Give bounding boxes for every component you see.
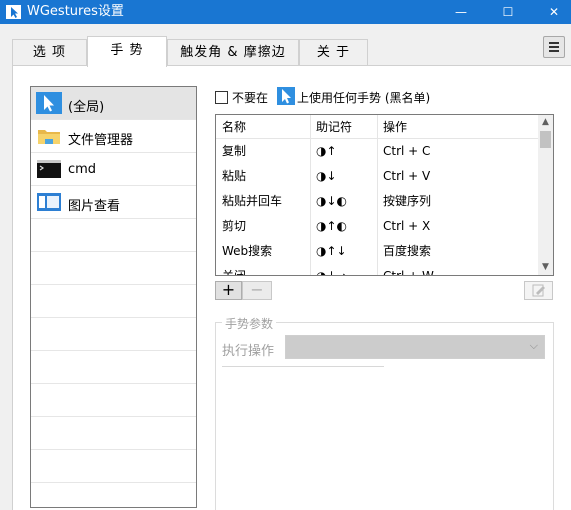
folder-icon — [38, 130, 60, 144]
cell-name: 关闭 — [222, 269, 247, 276]
scroll-thumb[interactable] — [540, 131, 551, 148]
cell-action: Ctrl + C — [383, 144, 431, 158]
tab-options[interactable]: 选 项 — [12, 39, 87, 66]
scroll-up-icon[interactable]: ▲ — [538, 115, 553, 130]
column-divider — [377, 115, 378, 275]
edit-gesture-button[interactable] — [524, 281, 553, 300]
title-bar: WGestures设置 — ☐ ✕ — [0, 0, 571, 24]
cell-name: 粘贴并回车 — [222, 194, 283, 208]
divider — [222, 366, 384, 367]
app-item-image-viewer[interactable]: 图片查看 — [31, 186, 196, 219]
app-item-label: 文件管理器 — [68, 133, 134, 148]
cell-name: Web搜索 — [222, 244, 273, 258]
cursor-icon — [277, 87, 295, 105]
cell-action: 按键序列 — [383, 194, 432, 208]
app-item-label: (全局) — [68, 100, 105, 115]
tab-about[interactable]: 关 于 — [299, 39, 368, 66]
edit-icon — [532, 284, 545, 297]
app-item-label: cmd — [68, 162, 97, 177]
exec-action-select[interactable]: ⌵ — [285, 335, 545, 359]
scroll-down-icon[interactable]: ▼ — [538, 260, 553, 275]
column-header-name[interactable]: 名称 — [216, 115, 310, 138]
gesture-params-legend: 手势参数 — [222, 315, 277, 332]
cell-action: Ctrl + X — [383, 219, 431, 233]
blacklist-suffix: 上使用任何手势 (黑名单) — [297, 91, 431, 105]
close-button[interactable]: ✕ — [532, 0, 571, 24]
add-gesture-button[interactable]: + — [215, 281, 242, 300]
image-viewer-icon — [37, 193, 61, 211]
cell-mnemonic: ◑↓→ — [316, 269, 347, 276]
tab-hot-corners[interactable]: 触发角 & 摩擦边 — [167, 39, 299, 66]
app-icon — [6, 5, 21, 19]
cell-name: 粘贴 — [222, 169, 247, 183]
application-list[interactable]: (全局) 文件管理器 cmd 图片查看 — [30, 86, 197, 508]
window-title: WGestures设置 — [27, 4, 124, 19]
cell-mnemonic: ◑↓ — [316, 169, 337, 183]
cell-action: 百度搜索 — [383, 244, 432, 258]
console-icon — [37, 160, 61, 178]
app-item-file-manager[interactable]: 文件管理器 — [31, 120, 196, 153]
blacklist-checkbox[interactable] — [215, 91, 228, 104]
chevron-down-icon: ⌵ — [529, 339, 538, 352]
cell-mnemonic: ◑↑↓ — [316, 244, 347, 258]
cell-mnemonic: ◑↑ — [316, 144, 337, 158]
cell-action: Ctrl + V — [383, 169, 431, 183]
remove-gesture-button[interactable]: − — [242, 281, 272, 300]
cell-action: Ctrl + W — [383, 269, 434, 276]
menu-button[interactable] — [543, 36, 565, 58]
app-item-label: 图片查看 — [68, 199, 121, 214]
hamburger-icon — [549, 42, 559, 44]
maximize-button[interactable]: ☐ — [486, 0, 530, 24]
cell-mnemonic: ◑↑◐ — [316, 219, 347, 233]
column-header-action[interactable]: 操作 — [377, 115, 538, 138]
cell-mnemonic: ◑↓◐ — [316, 194, 347, 208]
column-divider — [310, 115, 311, 275]
minimize-button[interactable]: — — [439, 0, 483, 24]
exec-action-label: 执行操作 — [222, 344, 275, 359]
cursor-icon — [36, 92, 62, 114]
tab-gestures[interactable]: 手 势 — [87, 36, 167, 67]
app-item-global[interactable]: (全局) — [31, 87, 196, 120]
column-header-mnemonic[interactable]: 助记符 — [310, 115, 377, 138]
vertical-scrollbar[interactable]: ▲ ▼ — [538, 115, 553, 275]
cell-name: 剪切 — [222, 219, 247, 233]
gesture-table[interactable]: 名称 助记符 操作 复制 ◑↑ Ctrl + C 粘贴 ◑↓ Ctrl + V … — [215, 114, 554, 276]
cell-name: 复制 — [222, 144, 247, 158]
blacklist-prefix: 不要在 — [232, 91, 269, 105]
app-item-cmd[interactable]: cmd — [31, 153, 196, 186]
